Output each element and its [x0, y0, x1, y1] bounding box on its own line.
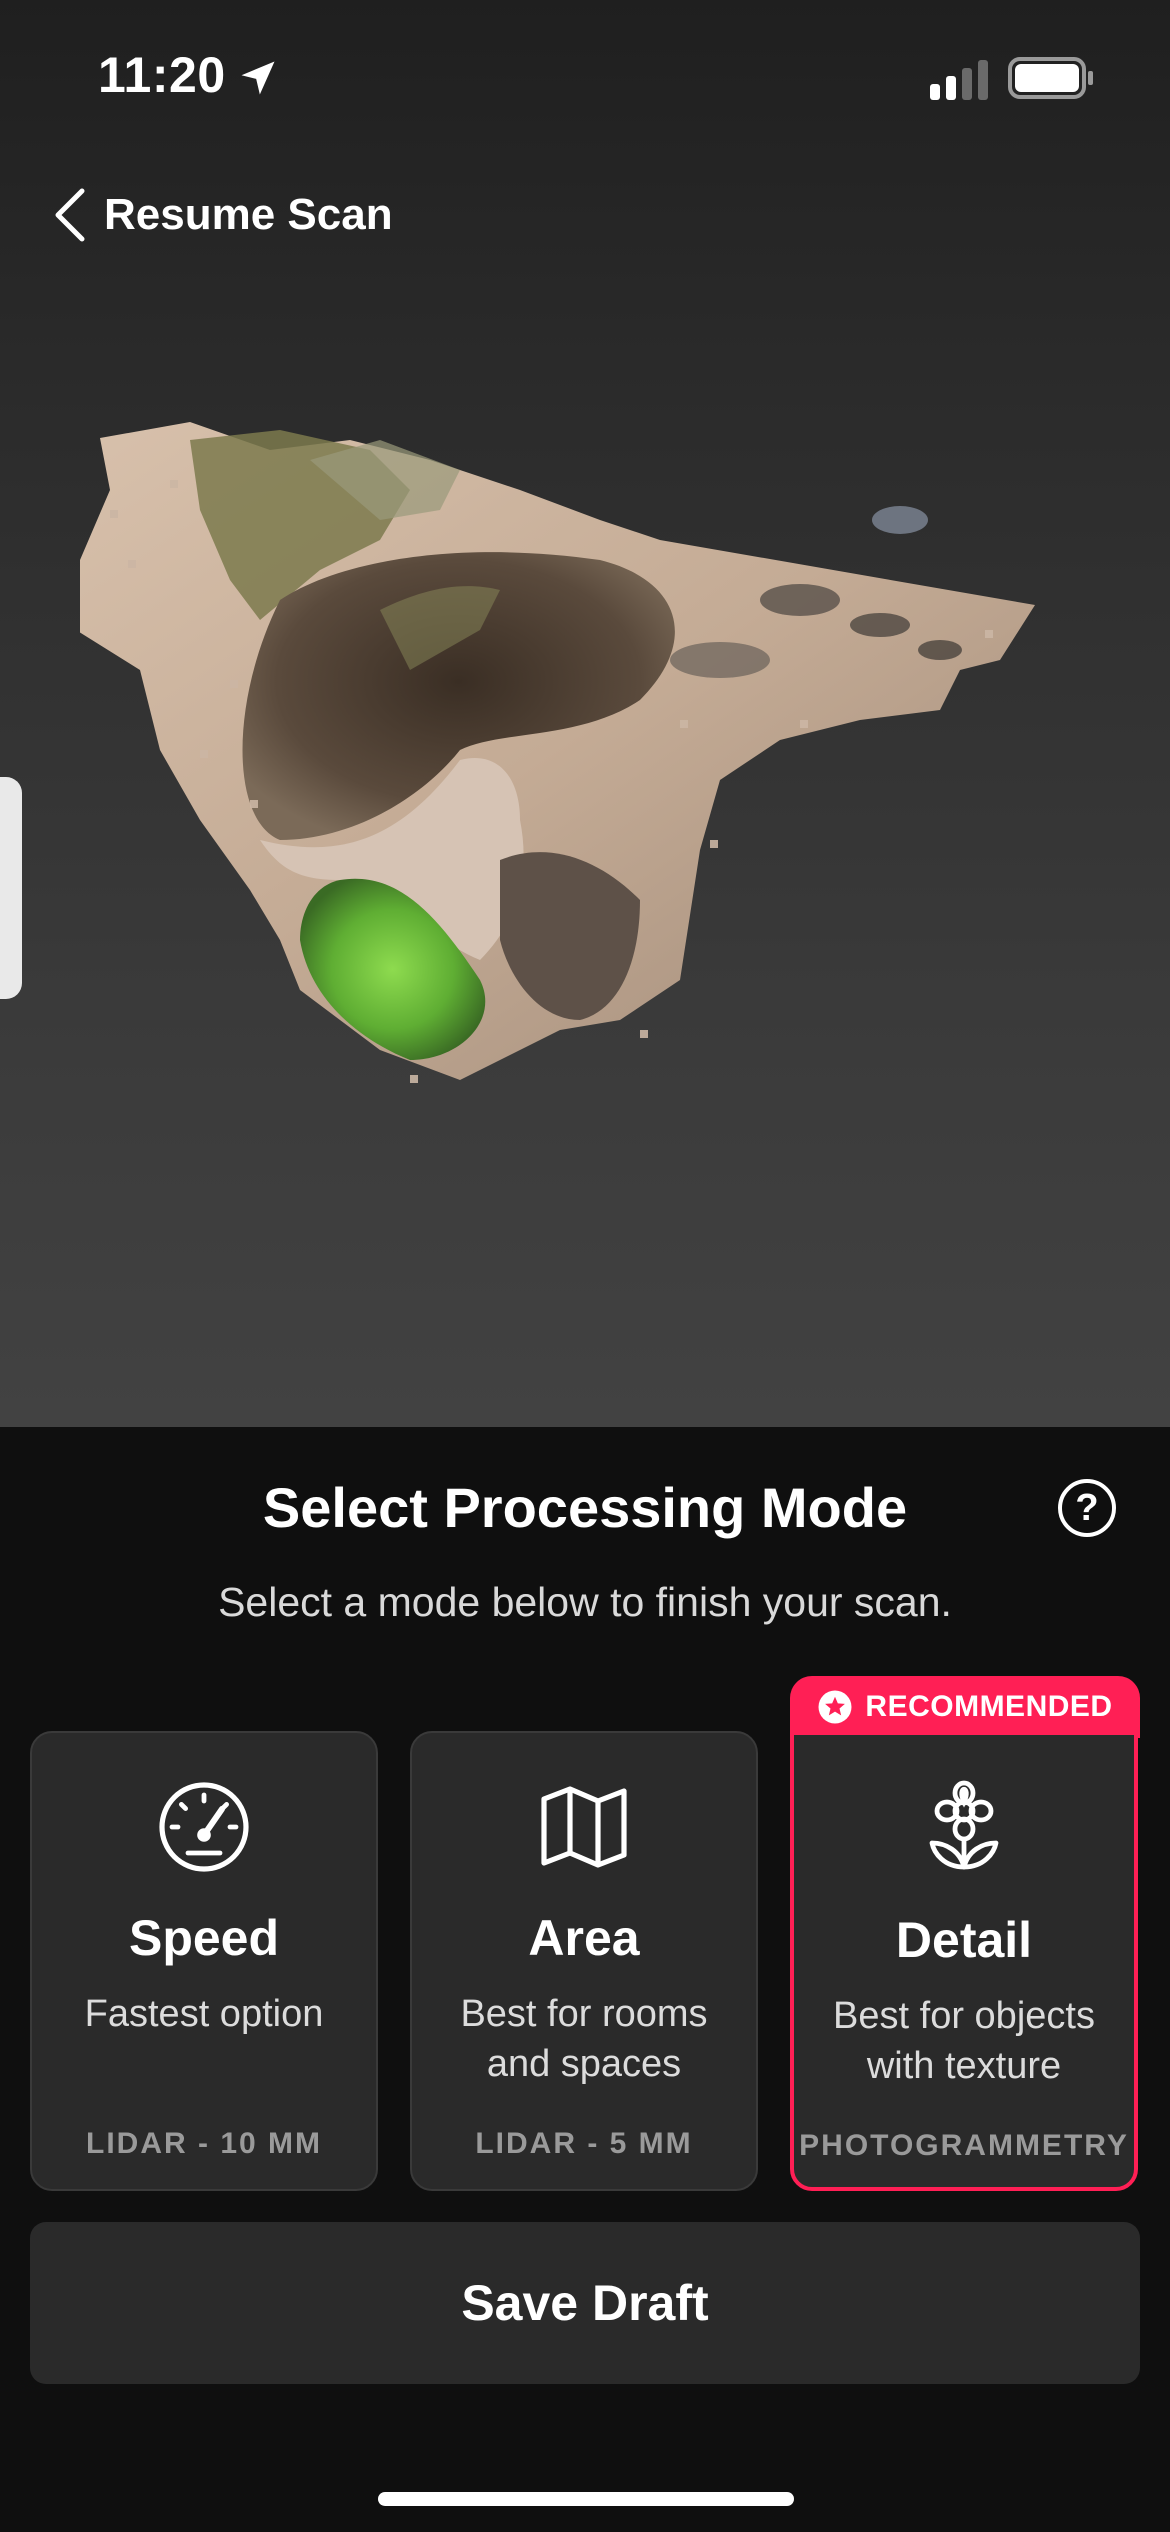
side-panel-handle[interactable] [0, 777, 22, 999]
home-indicator[interactable] [378, 2492, 794, 2506]
mode-technology: LIDAR - 10 MM [86, 2127, 322, 2160]
mode-technology: PHOTOGRAMMETRY [799, 2129, 1129, 2162]
back-button[interactable]: Resume Scan [52, 180, 393, 250]
app-screen: 11:20 Resume Scan Select Processing Mode… [0, 0, 1170, 2532]
battery-icon [1008, 57, 1093, 99]
question-mark-icon: ? [1075, 1486, 1099, 1529]
help-button[interactable]: ? [1058, 1479, 1116, 1537]
location-arrow-icon [241, 61, 275, 95]
mode-description: Best for objects with texture [833, 1995, 1095, 2087]
sheet-title: Select Processing Mode [262, 1476, 908, 1539]
scan-point-cloud-model[interactable] [80, 420, 1070, 1120]
cellular-signal-icon [930, 60, 988, 100]
mode-card-speed[interactable]: Speed Fastest option LIDAR - 10 MM [30, 1731, 378, 2191]
mode-card-detail[interactable]: Detail Best for objects with texture PHO… [790, 1731, 1138, 2191]
recommended-label: RECOMMENDED [865, 1690, 1113, 1723]
mode-name: Speed [128, 1910, 280, 1966]
save-draft-button[interactable]: Save Draft [30, 2222, 1140, 2384]
mode-technology: LIDAR - 5 MM [475, 2127, 693, 2160]
map-icon [541, 1786, 627, 1868]
status-bar: 11:20 [0, 0, 1170, 150]
back-button-label: Resume Scan [104, 190, 393, 239]
recommended-badge: RECOMMENDED [790, 1676, 1140, 1738]
flower-icon [929, 1780, 999, 1870]
mode-card-area[interactable]: Area Best for rooms and spaces LIDAR - 5… [410, 1731, 758, 2191]
star-icon [818, 1690, 852, 1724]
mode-name: Detail [895, 1912, 1033, 1968]
mode-name: Area [528, 1910, 640, 1966]
mode-description: Fastest option [84, 1993, 324, 2035]
sheet-subtitle: Select a mode below to finish your scan. [218, 1579, 952, 1625]
scan-viewport[interactable]: 11:20 Resume Scan [0, 0, 1170, 1427]
speedometer-icon [159, 1782, 249, 1872]
mode-description: Best for rooms and spaces [460, 1993, 708, 2085]
status-time: 11:20 [98, 47, 226, 103]
chevron-left-icon [55, 188, 85, 242]
